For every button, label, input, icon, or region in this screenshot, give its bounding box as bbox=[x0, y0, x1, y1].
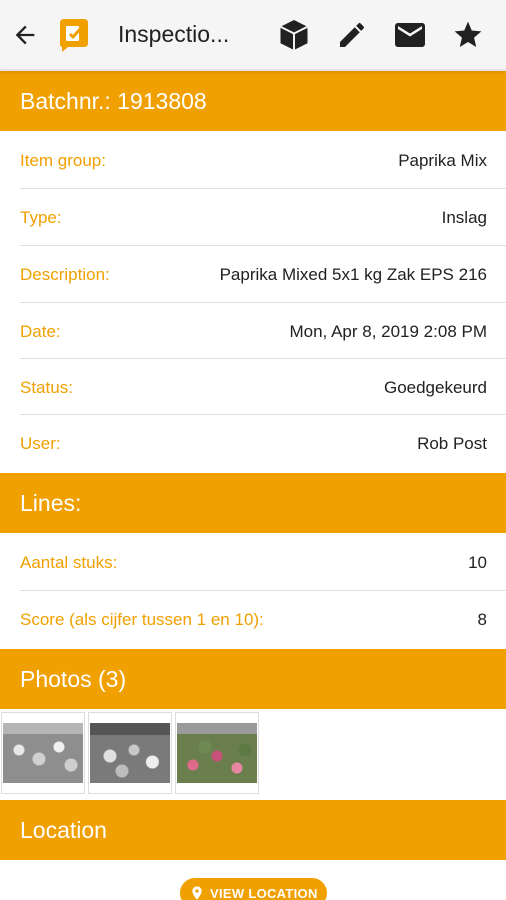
photo-thumbnail[interactable] bbox=[88, 712, 172, 794]
user-value: Rob Post bbox=[417, 433, 487, 453]
description-label: Description: bbox=[20, 264, 110, 284]
line-row-aantal-stuks: Aantal stuks: 10 bbox=[0, 534, 506, 591]
detail-row-item-group: Item group: Paprika Mix bbox=[0, 132, 506, 189]
photo-image bbox=[3, 723, 83, 783]
status-label: Status: bbox=[20, 377, 73, 397]
score-label: Score (als cijfer tussen 1 en 10): bbox=[20, 609, 264, 629]
page-title: Inspectio... bbox=[118, 21, 230, 47]
type-label: Type: bbox=[20, 207, 62, 227]
cube-icon bbox=[280, 20, 308, 50]
batch-header: Batchnr.: 1913808 bbox=[0, 71, 506, 131]
favorite-button[interactable] bbox=[448, 15, 488, 55]
photo-thumbnail[interactable] bbox=[1, 712, 85, 794]
photo-image bbox=[177, 723, 257, 783]
item-group-value: Paprika Mix bbox=[398, 150, 487, 170]
photos-header: Photos (3) bbox=[0, 649, 506, 709]
detail-row-user: User: Rob Post bbox=[0, 415, 506, 472]
arrow-left-icon bbox=[15, 25, 35, 44]
description-value: Paprika Mixed 5x1 kg Zak EPS 216 bbox=[219, 264, 487, 284]
photo-thumbnail[interactable] bbox=[175, 712, 259, 794]
date-label: Date: bbox=[20, 321, 61, 341]
cube-button[interactable] bbox=[274, 15, 314, 55]
detail-row-status: Status: Goedgekeurd bbox=[0, 359, 506, 416]
user-label: User: bbox=[20, 433, 61, 453]
view-location-button[interactable]: VIEW LOCATION bbox=[180, 878, 327, 900]
score-value: 8 bbox=[477, 609, 487, 629]
mail-button[interactable] bbox=[390, 15, 430, 55]
star-icon bbox=[454, 21, 482, 47]
status-value: Goedgekeurd bbox=[383, 377, 487, 397]
back-button[interactable] bbox=[0, 0, 50, 70]
location-header: Location bbox=[0, 800, 506, 860]
detail-row-date: Date: Mon, Apr 8, 2019 2:08 PM bbox=[0, 303, 506, 360]
view-location-label: VIEW LOCATION bbox=[210, 885, 318, 900]
type-value: Inslag bbox=[441, 207, 487, 227]
date-value: Mon, Apr 8, 2019 2:08 PM bbox=[289, 321, 487, 341]
detail-row-type: Type: Inslag bbox=[0, 189, 506, 246]
toolbar-actions bbox=[256, 0, 488, 70]
item-group-label: Item group: bbox=[20, 150, 106, 170]
edit-button[interactable] bbox=[332, 15, 372, 55]
detail-row-description: Description: Paprika Mixed 5x1 kg Zak EP… bbox=[0, 246, 506, 303]
aantal-stuks-label: Aantal stuks: bbox=[20, 552, 118, 572]
aantal-stuks-value: 10 bbox=[468, 552, 487, 572]
pencil-icon bbox=[340, 22, 365, 47]
location-pin-icon bbox=[192, 886, 202, 900]
lines-header: Lines: bbox=[0, 473, 506, 533]
line-row-score: Score (als cijfer tussen 1 en 10): 8 bbox=[0, 591, 506, 648]
mail-icon bbox=[395, 23, 425, 47]
app-logo-icon bbox=[60, 18, 88, 52]
photo-image bbox=[90, 723, 170, 783]
app-bar: Inspectio... bbox=[0, 0, 506, 70]
